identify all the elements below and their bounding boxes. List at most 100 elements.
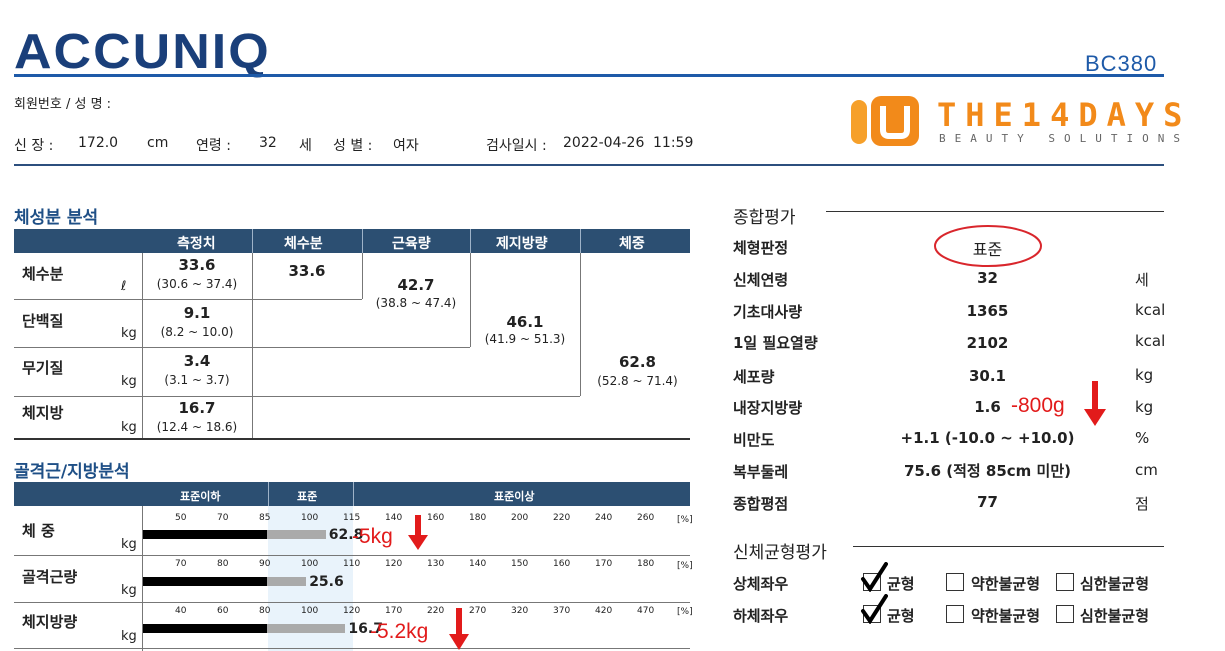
scale-tick: 470	[637, 606, 655, 616]
score-value: 77	[977, 493, 998, 511]
scale-tick: 90	[259, 559, 271, 569]
daily-kcal-unit: kcal	[1135, 332, 1166, 350]
mf-weight-bar-grey	[267, 530, 326, 539]
scale-tick: 115	[343, 513, 361, 523]
grid-line	[14, 347, 470, 348]
upper-mild-label: 약한불균형	[971, 575, 1041, 593]
header-weight: 체중	[619, 236, 645, 252]
summary-rule	[826, 211, 1164, 212]
pct-label: [%]	[677, 607, 693, 617]
row-mineral-label: 무기질	[22, 359, 64, 377]
weight-value: 62.8	[618, 353, 656, 371]
scale-tick: 180	[469, 513, 487, 523]
waist-unit: cm	[1135, 461, 1158, 479]
scale-tick: 40	[175, 606, 187, 616]
scale-tick: 140	[469, 559, 487, 569]
row-fat-unit: kg	[121, 420, 137, 435]
height-unit: cm	[147, 135, 169, 151]
row-fat-value: 16.7	[178, 399, 216, 417]
upper-severe-checkbox[interactable]	[1056, 573, 1074, 591]
mf-weight-bar-black	[143, 530, 267, 539]
scale-tick: 200	[511, 513, 529, 523]
lower-severe-label: 심한불균형	[1080, 607, 1150, 625]
row-water-range: (30.6 ~ 37.4)	[156, 277, 238, 291]
header-sep	[362, 229, 363, 253]
ffm-range: (41.9 ~ 51.3)	[484, 332, 566, 346]
ffm-value: 46.1	[506, 313, 544, 331]
scale-tick: 120	[385, 559, 403, 569]
balance-title: 신체균형평가	[733, 543, 827, 563]
body-age-value: 32	[977, 269, 998, 287]
upper-balanced-label: 균형	[887, 575, 915, 593]
balance-rule	[853, 546, 1164, 547]
scale-tick: 50	[175, 513, 187, 523]
muscle-fat-header: 표준이하 표준 표준이상	[14, 482, 690, 506]
sex-label: 성 별 :	[333, 138, 373, 154]
row-mineral-range: (3.1 ~ 3.7)	[164, 373, 230, 387]
grid-line	[14, 602, 690, 603]
date-label: 검사일시 :	[486, 138, 547, 154]
body-age-label: 신체연령	[733, 271, 789, 289]
grid-line	[14, 438, 690, 440]
pct-label: [%]	[677, 561, 693, 571]
body-comp-header: 측정치 체수분 근육량 제지방량 체중	[14, 229, 690, 253]
scale-tick: 180	[637, 559, 655, 569]
scale-tick: 170	[385, 606, 403, 616]
mf-fat-unit: kg	[121, 629, 137, 644]
check-icon	[861, 594, 888, 624]
scale-tick: 160	[553, 559, 571, 569]
mf-muscle-unit: kg	[121, 583, 137, 598]
lower-balance-label: 하체좌우	[733, 607, 789, 625]
header-measured: 측정치	[177, 236, 216, 252]
mf-weight-label: 체 중	[22, 522, 55, 540]
scale-tick: 120	[343, 606, 361, 616]
mf-fat-label: 체지방량	[22, 613, 78, 631]
scale-tick: 170	[595, 559, 613, 569]
accuniq-logo: ACCUNIQ	[14, 24, 271, 80]
down-arrow-icon	[408, 515, 428, 550]
partner-sub: BEAUTY SOLUTIONS	[939, 132, 1189, 145]
obesity-unit: %	[1135, 429, 1150, 447]
mf-fat-bar-black	[143, 624, 267, 633]
lower-mild-checkbox[interactable]	[946, 605, 964, 623]
grid-line	[14, 555, 690, 556]
mf-muscle-value: 25.6	[309, 574, 344, 590]
scale-tick: 85	[259, 513, 271, 523]
pct-label: [%]	[677, 515, 693, 525]
waist-value: 75.6 (적정 85cm 미만)	[904, 462, 1071, 480]
header-normal: 표준	[297, 490, 318, 503]
scale-tick: 130	[427, 559, 445, 569]
scale-tick: 70	[175, 559, 187, 569]
header-divider	[14, 74, 1164, 77]
row-protein-label: 단백질	[22, 312, 64, 330]
scale-tick: 240	[595, 513, 613, 523]
scale-tick: 370	[553, 606, 571, 616]
scale-tick: 220	[553, 513, 571, 523]
visceral-fat-unit: kg	[1135, 398, 1154, 416]
muscle-value: 42.7	[397, 276, 435, 294]
age-label: 연령 :	[196, 138, 231, 154]
down-arrow-icon	[1084, 381, 1106, 426]
lower-severe-checkbox[interactable]	[1056, 605, 1074, 623]
waist-label: 복부둘레	[733, 463, 789, 481]
date-value: 2022-04-26	[563, 135, 645, 151]
row-fat-label: 체지방	[22, 404, 64, 422]
mf-muscle-label: 골격근량	[22, 568, 78, 586]
body-age-unit: 세	[1135, 271, 1149, 289]
header-above: 표준이상	[494, 490, 535, 503]
lower-balanced-label: 균형	[887, 607, 915, 625]
scale-tick: 420	[595, 606, 613, 616]
scale-tick: 220	[427, 606, 445, 616]
visceral-fat-label: 내장지방량	[733, 399, 803, 417]
upper-mild-checkbox[interactable]	[946, 573, 964, 591]
age-unit: 세	[299, 138, 312, 154]
height-value: 172.0	[78, 135, 119, 151]
header-muscle: 근육량	[392, 236, 431, 252]
mf-fat-bar-grey	[267, 624, 346, 633]
muscle-fat-title: 골격근/지방분석	[14, 462, 130, 482]
row-water-unit: ℓ	[121, 279, 127, 294]
row-mineral-value: 3.4	[183, 352, 211, 370]
cell-mass-unit: kg	[1135, 366, 1154, 384]
grid-line	[252, 253, 253, 438]
grid-line	[14, 299, 362, 300]
